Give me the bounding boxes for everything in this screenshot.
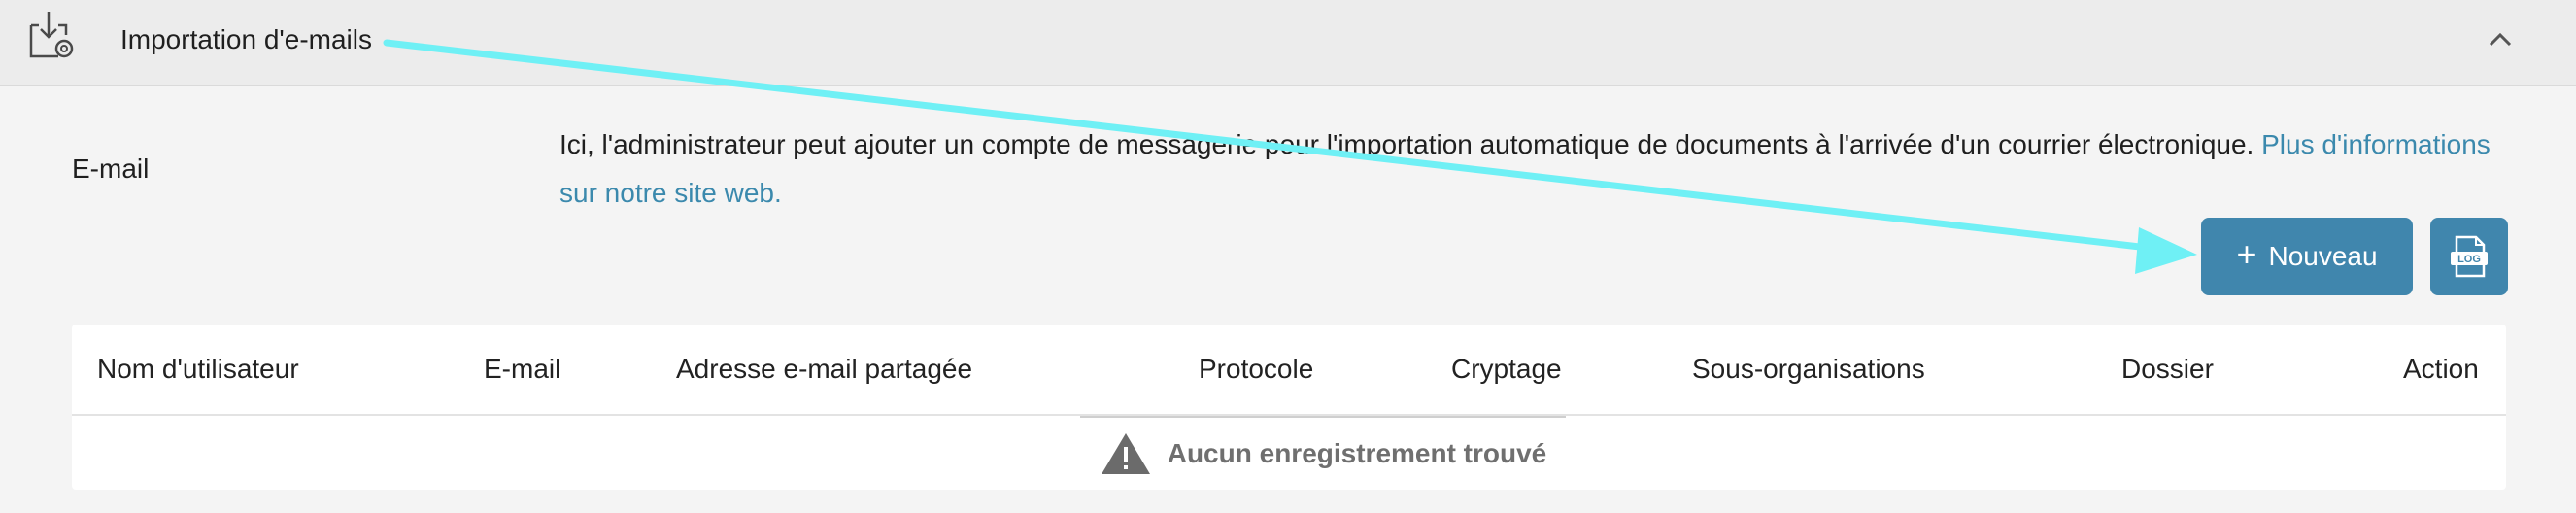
section-title: Importation d'e-mails xyxy=(120,24,372,54)
column-header-shared-email[interactable]: Adresse e-mail partagée xyxy=(676,352,972,387)
column-header-email[interactable]: E-mail xyxy=(484,352,560,387)
new-button[interactable]: + Nouveau xyxy=(2201,218,2413,295)
empty-table-row: Aucun enregistrement trouvé xyxy=(72,416,2506,490)
description-text: Ici, l'administrateur peut ajouter un co… xyxy=(559,120,2512,218)
empty-message: Aucun enregistrement trouvé xyxy=(1080,416,1566,490)
empty-message-text: Aucun enregistrement trouvé xyxy=(1167,438,1547,468)
log-file-icon: LOG xyxy=(2451,235,2488,278)
warning-icon xyxy=(1101,433,1150,474)
log-icon-text: LOG xyxy=(2457,254,2481,265)
column-header-protocol[interactable]: Protocole xyxy=(1199,352,1313,387)
column-header-action: Action xyxy=(2403,354,2479,384)
section-header[interactable]: Importation d'e-mails xyxy=(0,0,2576,86)
email-accounts-table: Nom d'utilisateur E-mail Adresse e-mail … xyxy=(72,325,2506,490)
column-header-folder[interactable]: Dossier xyxy=(2121,352,2214,387)
chevron-up-icon[interactable] xyxy=(2479,17,2522,60)
column-header-sub-organizations[interactable]: Sous-organisations xyxy=(1692,352,1925,387)
plus-icon: + xyxy=(2236,234,2257,274)
log-button[interactable]: LOG xyxy=(2430,218,2508,295)
field-label-email: E-mail xyxy=(72,154,150,184)
table-header: Nom d'utilisateur E-mail Adresse e-mail … xyxy=(72,325,2506,416)
column-header-username[interactable]: Nom d'utilisateur xyxy=(97,352,299,387)
column-header-encryption[interactable]: Cryptage xyxy=(1451,352,1562,387)
mail-import-icon xyxy=(29,12,74,58)
description-body: Ici, l'administrateur peut ajouter un co… xyxy=(559,129,2254,159)
new-button-label: Nouveau xyxy=(2268,241,2378,271)
